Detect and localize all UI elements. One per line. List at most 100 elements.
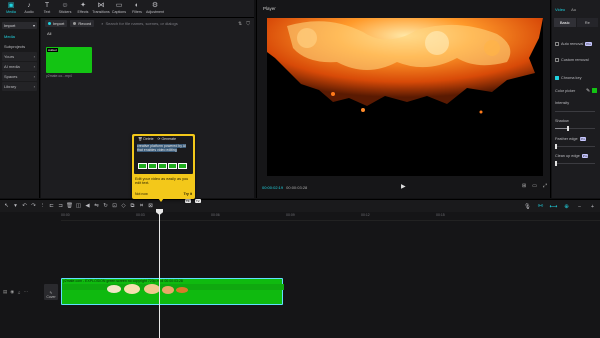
added-badge: Added [47,48,58,52]
reverse-icon[interactable]: ◀ [83,202,92,211]
undo-icon[interactable]: ↶ [20,202,29,211]
eyedropper-icon[interactable]: ✎ [586,88,590,94]
custom-removal-checkbox[interactable] [555,58,559,62]
mute-icon[interactable]: ♫ [17,290,20,295]
fit-icon[interactable]: ⊞ [522,183,526,189]
import-icon [48,22,51,25]
player-controls: 00:00:02:19 00:00:03:28 ▶ ⊞ ▭ ⤢ [257,180,552,194]
sidebar-item-subprojects[interactable]: Subprojects [2,42,37,51]
media-view-controls: ⇅ ⛉ [238,21,250,27]
more-icon[interactable]: ⋯ [24,289,29,295]
lock-icon[interactable]: ▤ [3,289,7,295]
split-right-icon[interactable]: ⊐ [56,202,65,211]
rotate-icon[interactable]: ↻ [101,202,110,211]
freeze-icon[interactable]: ◫ [74,202,83,211]
snap-icon[interactable]: ⟷ [549,202,558,211]
hide-icon[interactable]: ◉ [10,289,14,295]
delete-icon[interactable]: 🗑 [65,202,74,211]
toolbar-text-button[interactable]: T Text [38,0,56,17]
feather-edge-slider[interactable] [555,144,595,149]
split-left-icon[interactable]: ⊏ [47,202,56,211]
toolbar-effects-button[interactable]: ✦ Effects [74,0,92,17]
auto-reframe-icon[interactable]: ⧉ [128,202,137,211]
toolbar-stickers-button[interactable]: ☺ Stickers [56,0,74,17]
toolbar-filters-button[interactable]: ◐ Filters [128,0,146,17]
zoom-in-icon[interactable]: + [588,202,597,211]
shadow-slider-knob[interactable] [567,126,569,131]
import-button[interactable]: Import [45,20,68,27]
subtab-basic[interactable]: Basic [554,18,576,27]
mirror-icon[interactable]: ⇋ [92,202,101,211]
video-clip[interactable]: y2mate.com - EXPLOSION green screen no c… [61,278,284,305]
microphone-icon[interactable]: 🎙 [523,202,532,211]
split-icon[interactable]: ⫶ [38,202,47,211]
shadow-slider[interactable] [555,126,595,131]
media-header: Import Record ⌕ Search for file names, s… [41,18,254,29]
subtab-remove[interactable]: Re [576,18,598,27]
keyframe-icon[interactable]: ◇ [119,202,128,211]
ratio-icon[interactable]: ▭ [532,183,537,189]
tab-audio[interactable]: Au [571,7,576,12]
key-color-swatch[interactable] [592,88,597,93]
chroma-key-checkbox[interactable] [555,76,559,80]
chevron-down-icon: ▾ [32,23,35,28]
left-sidebar: Import ▾ Media Subprojects Yours › AI me… [0,18,40,198]
sidebar-item-spaces[interactable]: Spaces › [2,72,37,81]
ai-effects-icon[interactable]: ⊠ [146,202,155,211]
media-thumbnail[interactable]: Added [46,47,92,73]
toolbar-transitions-button[interactable]: ⋈ Transitions [92,0,110,17]
toolbar-audio-button[interactable]: ♪ Audio [20,0,38,17]
filter-icon[interactable]: ⛉ [246,21,250,27]
select-tool-icon[interactable]: ↖ [2,202,11,211]
import-dropdown[interactable]: Import ▾ [2,22,37,29]
pro-badge: Pro [581,154,589,158]
clean-up-edge-slider[interactable] [555,161,595,166]
custom-removal-row[interactable]: Custom removal [555,58,589,62]
tooltip-frame [138,163,147,169]
color-picker-row: Color picker [555,89,575,93]
chevron-down-icon[interactable]: ▾ [11,202,20,211]
cover-button[interactable]: ✎ Cover [44,284,58,300]
chroma-key-row[interactable]: Chroma key [555,76,581,80]
playhead[interactable] [159,210,160,338]
player-canvas[interactable] [267,18,543,176]
redo-icon[interactable]: ↷ [29,202,38,211]
auto-removal-row[interactable]: Auto removal Pro [555,42,593,46]
clean-up-edge-slider-knob[interactable] [555,161,557,166]
intensity-label: Intensity [555,101,570,105]
effects-icon: ✦ [80,1,86,9]
toolbar-label: Captions [111,9,127,14]
toolbar-captions-button[interactable]: ▭ Captions [110,0,128,17]
preview-axis-icon[interactable]: ⊕ [562,202,571,211]
tab-video[interactable]: Video [555,7,565,12]
inspector-panel: Video Au Basic Re Auto removal Pro Custo… [552,0,600,198]
playhead-tag: T2 [195,199,201,203]
sort-icon[interactable]: ⇅ [238,21,242,27]
fullscreen-icon[interactable]: ⤢ [543,183,547,189]
sidebar-item-label: Library [4,84,17,89]
ruler-label: 00:12 [361,213,370,217]
sidebar-item-ai-media[interactable]: AI media › [2,62,37,71]
play-icon[interactable]: ▶ [401,183,409,191]
try-it-button[interactable]: Try it [184,192,192,196]
intensity-slider[interactable] [555,111,595,112]
timeline-toolbar: ↖ ▾ ↶ ↷ ⫶ ⊏ ⊐ 🗑 ◫ ◀ ⇋ ↻ ⊡ ◇ ⧉ ⌗ ⊠ 🎙 ⧟ ⟷ … [0,199,600,212]
toolbar-media-button[interactable]: ▣ Media [2,0,20,17]
tooltip-frame [148,163,157,169]
timeline-ruler[interactable]: 00:00 00:03 00:06 00:09 00:12 00:15 [61,212,600,221]
crop-ratio-icon[interactable]: ⌗ [137,202,146,211]
sidebar-item-library[interactable]: Library › [2,82,37,91]
toolbar-adjustment-button[interactable]: ⚙ Adjustment [146,0,164,17]
zoom-out-icon[interactable]: − [575,202,584,211]
not-now-button[interactable]: Not now [135,192,148,196]
sidebar-item-yours[interactable]: Yours › [2,52,37,61]
search-input[interactable]: ⌕ Search for file names, scenes, or dial… [97,20,235,27]
all-filter-label[interactable]: All [41,29,254,38]
sidebar-item-media[interactable]: Media [2,32,37,41]
record-button[interactable]: Record [70,20,95,27]
auto-removal-checkbox[interactable] [555,42,559,46]
link-icon[interactable]: ⧟ [536,202,545,211]
crop-icon[interactable]: ⊡ [110,202,119,211]
current-timecode: 00:00:02:19 [262,184,284,190]
feather-edge-slider-knob[interactable] [555,144,557,149]
